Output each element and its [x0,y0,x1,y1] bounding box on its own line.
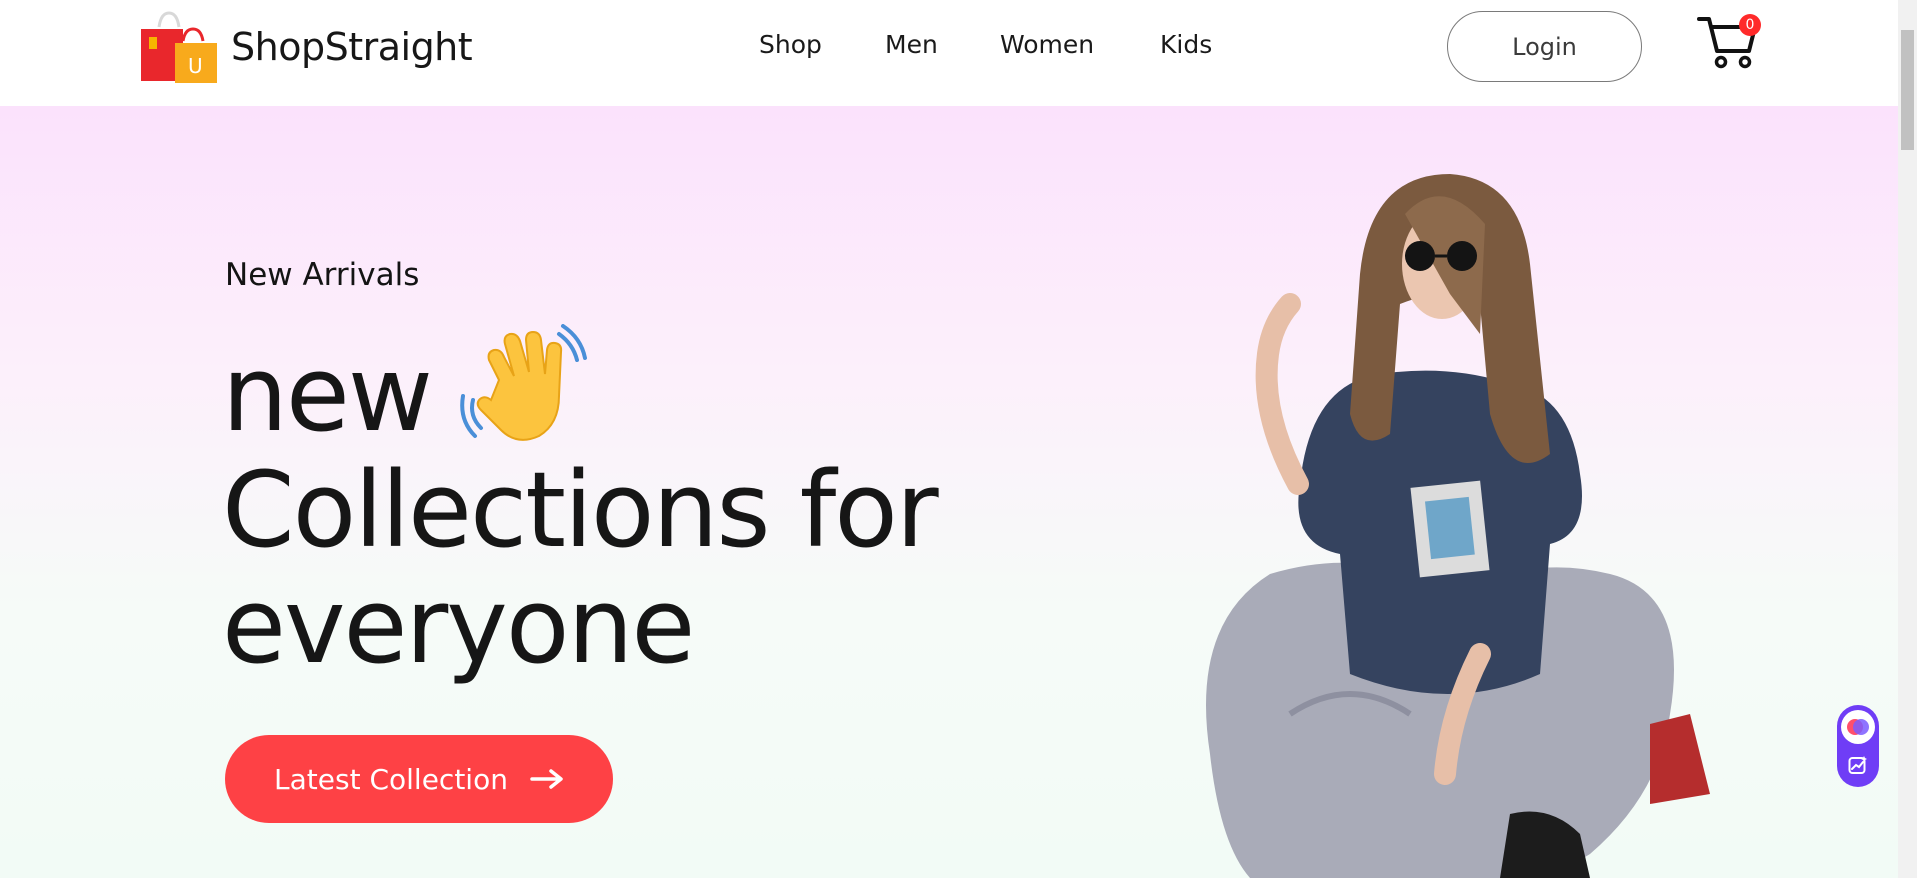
assistant-orb-icon[interactable] [1841,710,1875,744]
cta-label: Latest Collection [274,762,508,796]
login-button[interactable]: Login [1447,11,1642,82]
nav-shop[interactable]: Shop [759,30,822,59]
cart-count-badge: 0 [1739,14,1761,36]
site-header: U ShopStraight Shop Men Women Kids Login… [0,0,1898,106]
headline-line-3: everyone [222,565,695,687]
shopping-bags-icon[interactable]: U [139,11,217,83]
nav-men[interactable]: Men [885,30,938,59]
hero-model-image [1206,174,1710,878]
hero-eyebrow: New Arrivals [225,257,420,293]
brand-name[interactable]: ShopStraight [231,25,473,69]
arrow-right-icon [530,769,563,789]
nav-kids[interactable]: Kids [1160,30,1212,59]
headline-word: new [222,333,433,455]
nav-women[interactable]: Women [1000,30,1094,59]
headline-line-2: Collections for [222,449,939,571]
svg-text:U: U [188,54,203,78]
hero-headline: new Collections for everyone [222,324,939,687]
hero-section: New Arrivals new Collections for everyon… [0,106,1898,878]
assistant-widget[interactable] [1837,705,1879,787]
scrollbar-thumb[interactable] [1901,30,1914,150]
headline-line-1: new [222,324,937,452]
waving-hand-icon [460,324,587,441]
chart-spark-icon[interactable] [1848,755,1868,775]
latest-collection-button[interactable]: Latest Collection [225,735,613,823]
